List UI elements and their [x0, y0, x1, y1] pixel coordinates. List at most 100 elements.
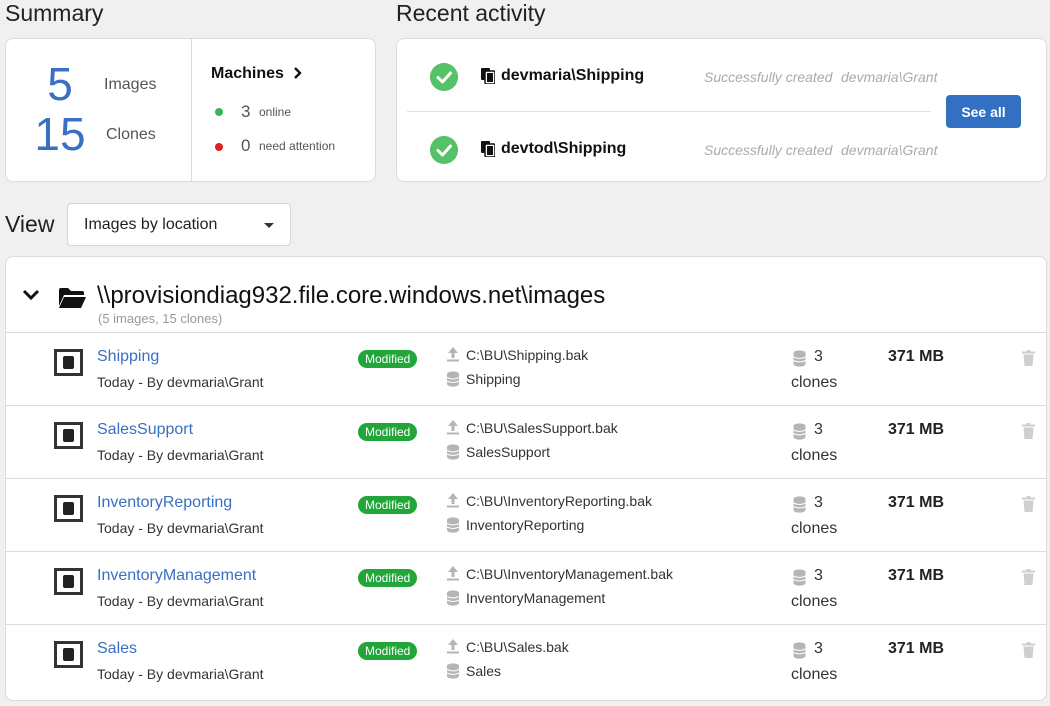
summary-divider: [191, 39, 192, 181]
activity-card: devmaria\Shipping Successfully created d…: [396, 38, 1047, 182]
trash-icon[interactable]: [1022, 569, 1035, 585]
images-label: Images: [104, 76, 157, 93]
trash-icon[interactable]: [1022, 350, 1035, 366]
upload-arrow-icon: [447, 566, 459, 581]
location-panel: \\provisiondiag932.file.core.windows.net…: [5, 256, 1047, 701]
images-count: 5: [47, 58, 73, 110]
activity-status: Successfully created: [704, 69, 833, 85]
upload-arrow-icon: [447, 493, 459, 508]
database-stack-icon: [793, 423, 806, 440]
view-select-value: Images by location: [84, 216, 218, 233]
clones-label: Clones: [106, 126, 156, 143]
attention-dot: [215, 143, 223, 151]
source-database: InventoryReporting: [466, 517, 585, 533]
activity-title: Recent activity: [396, 0, 546, 26]
source-path: C:\BU\InventoryReporting.bak: [466, 493, 652, 509]
image-size: 371 MB: [888, 348, 945, 365]
image-name-link[interactable]: InventoryReporting: [97, 494, 232, 512]
image-icon: [54, 641, 83, 668]
image-name-link[interactable]: Sales: [97, 640, 137, 658]
image-name-link[interactable]: Shipping: [97, 348, 159, 366]
database-stack-icon: [793, 350, 806, 367]
image-meta: Today - By devmaria\Grant: [97, 593, 264, 609]
status-badge: Modified: [358, 350, 418, 368]
clones-count: 15: [34, 108, 86, 160]
upload-arrow-icon: [447, 420, 459, 435]
machines-link[interactable]: Machines: [211, 65, 284, 83]
upload-arrow-icon: [447, 347, 459, 362]
image-icon: [54, 349, 83, 376]
summary-title: Summary: [5, 0, 104, 26]
image-row: SalesSupport Today - By devmaria\Grant Mod…: [6, 405, 1046, 478]
image-size: 371 MB: [888, 421, 945, 438]
chevron-down-icon[interactable]: [21, 288, 41, 302]
check-circle-icon: [430, 63, 458, 91]
clone-label: clones: [791, 593, 838, 610]
database-icon: [446, 663, 460, 679]
chevron-right-icon[interactable]: [291, 66, 305, 80]
image-meta: Today - By devmaria\Grant: [97, 447, 264, 463]
check-circle-icon: [430, 136, 458, 164]
clone-count: 3: [814, 640, 823, 657]
clone-label: clones: [791, 447, 838, 464]
image-size: 371 MB: [888, 567, 945, 584]
activity-item[interactable]: devtod\Shipping Successfully created dev…: [397, 114, 937, 184]
status-badge: Modified: [358, 642, 418, 660]
online-dot: [215, 108, 223, 116]
source-path: C:\BU\Sales.bak: [466, 639, 569, 655]
activity-separator: [407, 111, 931, 112]
source-database: InventoryManagement: [466, 590, 606, 606]
status-badge: Modified: [358, 569, 418, 587]
trash-icon[interactable]: [1022, 423, 1035, 439]
activity-status: Successfully created: [704, 142, 833, 158]
image-row: Sales Today - By devmaria\Grant Modified C:…: [6, 624, 1046, 697]
status-badge: Modified: [358, 423, 418, 441]
source-path: C:\BU\Shipping.bak: [466, 347, 589, 363]
database-stack-icon: [793, 642, 806, 659]
source-database: SalesSupport: [466, 444, 551, 460]
image-name-link[interactable]: InventoryManagement: [97, 567, 256, 585]
activity-user: devmaria\Grant: [841, 69, 938, 85]
see-all-button[interactable]: See all: [946, 95, 1021, 128]
image-meta: Today - By devmaria\Grant: [97, 666, 264, 682]
caret-down-icon: [264, 223, 274, 228]
clone-count: 3: [814, 567, 823, 584]
status-badge: Modified: [358, 496, 418, 514]
image-row: Shipping Today - By devmaria\Grant Modifie…: [6, 332, 1046, 405]
view-select[interactable]: Images by location: [67, 203, 291, 246]
activity-name: devtod\Shipping: [501, 140, 627, 157]
image-meta: Today - By devmaria\Grant: [97, 374, 264, 390]
clone-label: clones: [791, 374, 838, 391]
location-subtitle: (5 images, 15 clones): [98, 311, 223, 326]
clone-count: 3: [814, 348, 823, 365]
online-label: online: [259, 105, 292, 119]
activity-user: devmaria\Grant: [841, 142, 938, 158]
image-meta: Today - By devmaria\Grant: [97, 520, 264, 536]
attention-label: need attention: [259, 139, 336, 153]
trash-icon[interactable]: [1022, 496, 1035, 512]
clone-label: clones: [791, 666, 838, 683]
trash-icon[interactable]: [1022, 642, 1035, 658]
clone-count: 3: [814, 494, 823, 511]
database-copy-icon: [481, 141, 495, 157]
summary-card: 5 Images 15 Clones Machines 3 online 0 n…: [5, 38, 376, 182]
source-path: C:\BU\InventoryManagement.bak: [466, 566, 673, 582]
database-stack-icon: [793, 569, 806, 586]
image-name-link[interactable]: SalesSupport: [97, 421, 193, 439]
database-icon: [446, 371, 460, 387]
clone-count: 3: [814, 421, 823, 438]
clone-label: clones: [791, 520, 838, 537]
image-row: InventoryReporting Today - By devmaria\Gr…: [6, 478, 1046, 551]
database-icon: [446, 517, 460, 533]
database-icon: [446, 590, 460, 606]
location-path: \\provisiondiag932.file.core.windows.net…: [97, 282, 606, 309]
view-label: View: [5, 211, 55, 237]
image-icon: [54, 495, 83, 522]
activity-name: devmaria\Shipping: [501, 67, 645, 84]
source-path: C:\BU\SalesSupport.bak: [466, 420, 618, 436]
activity-item[interactable]: devmaria\Shipping Successfully created d…: [397, 41, 937, 111]
online-count: 3: [241, 102, 251, 121]
folder-open-icon: [59, 288, 86, 308]
upload-arrow-icon: [447, 639, 459, 654]
database-copy-icon: [481, 68, 495, 84]
